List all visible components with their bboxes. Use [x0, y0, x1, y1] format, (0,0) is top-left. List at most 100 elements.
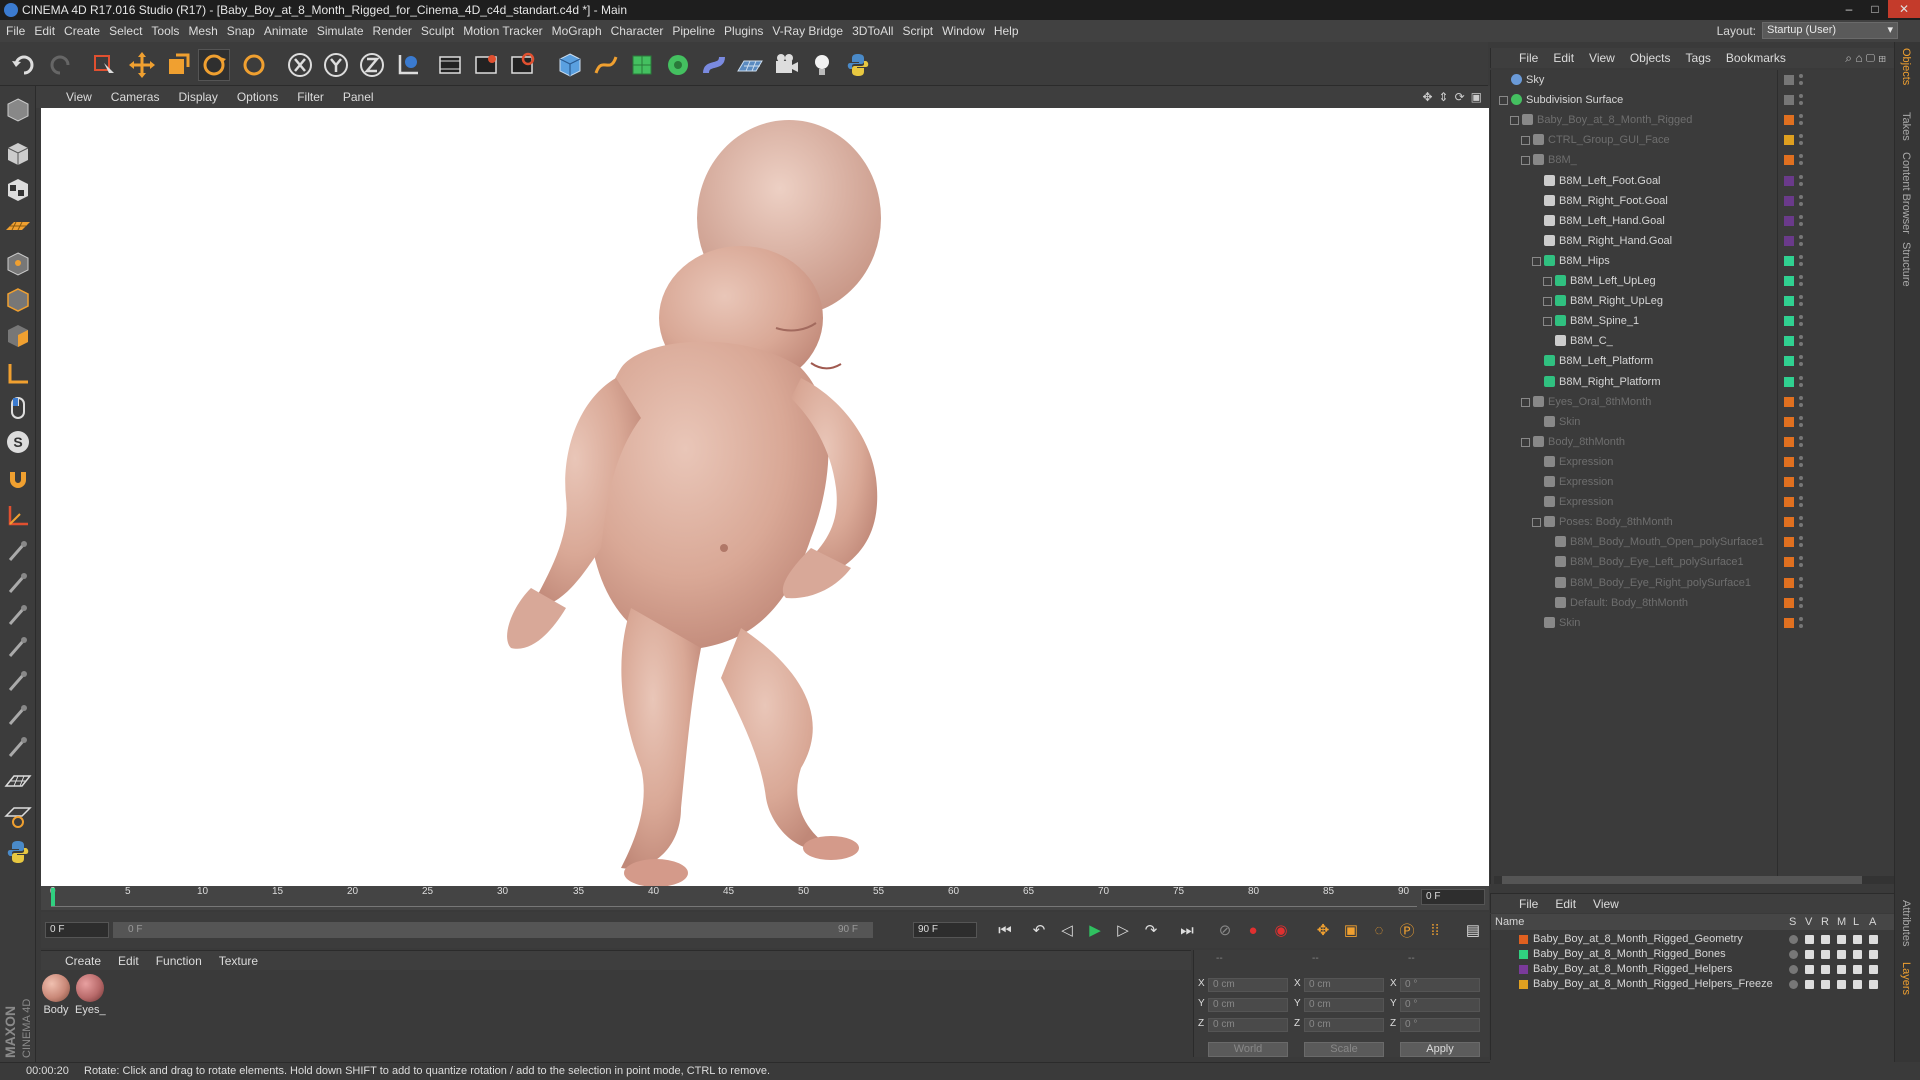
magnet-icon[interactable] [2, 464, 34, 496]
current-frame-field[interactable]: 0 F [1421, 889, 1485, 905]
menu-window[interactable]: Window [942, 24, 994, 38]
layer-color-swatch[interactable] [1784, 557, 1794, 568]
visibility-dots-icon[interactable] [1799, 595, 1803, 611]
layer-color-swatch[interactable] [1784, 75, 1794, 85]
object-row[interactable]: Subdivision Surface [1491, 90, 1894, 110]
layer-menu-view[interactable]: View [1593, 897, 1619, 911]
layer-menu-edit[interactable]: Edit [1555, 897, 1576, 911]
visibility-dots-icon[interactable] [1799, 213, 1803, 229]
object-row[interactable]: B8M_Spine_1 [1491, 311, 1894, 331]
expand-toggle-icon[interactable] [1521, 136, 1530, 146]
menu-pipeline[interactable]: Pipeline [672, 24, 724, 38]
tab-objects[interactable]: Objects [1900, 48, 1912, 85]
material-body[interactable]: Body [41, 974, 71, 1016]
sculpt-brush-6-icon[interactable] [2, 700, 34, 732]
end-frame-field[interactable]: 90 F [913, 922, 977, 938]
key-parameter-icon[interactable]: Ⓟ [1395, 918, 1419, 942]
coordinate-space-select[interactable]: World [1208, 1042, 1288, 1057]
close-button[interactable]: ✕ [1888, 0, 1920, 18]
layer-color-swatch[interactable] [1784, 276, 1794, 286]
deformer-icon[interactable] [698, 49, 730, 81]
object-menu-bookmarks[interactable]: Bookmarks [1726, 51, 1786, 65]
subdivision-icon[interactable] [626, 49, 658, 81]
visibility-dots-icon[interactable] [1799, 434, 1803, 450]
layer-render-icon[interactable] [1821, 980, 1830, 989]
snapping-icon[interactable]: S [2, 426, 34, 458]
axis-mode-icon[interactable] [2, 358, 34, 390]
layer-anim-icon[interactable] [1869, 950, 1878, 959]
next-key-icon[interactable]: ↷ [1139, 918, 1163, 942]
visibility-dots-icon[interactable] [1799, 454, 1803, 470]
key-scale-icon[interactable]: ▣ [1339, 918, 1363, 942]
scrollbar-thumb[interactable] [1502, 876, 1862, 884]
visibility-dots-icon[interactable] [1799, 273, 1803, 289]
tab-attributes[interactable]: Attributes [1900, 900, 1912, 946]
next-frame-icon[interactable]: ▷ [1111, 918, 1135, 942]
object-row[interactable]: CTRL_Group_GUI_Face [1491, 130, 1894, 150]
material-menu-create[interactable]: Create [65, 954, 101, 968]
menu-simulate[interactable]: Simulate [317, 24, 373, 38]
size-mode-select[interactable]: Scale [1304, 1042, 1384, 1057]
layer-row[interactable]: Baby_Boy_at_8_Month_Rigged_Helpers [1491, 962, 1895, 977]
layer-color-swatch[interactable] [1784, 356, 1794, 367]
visibility-dots-icon[interactable] [1799, 534, 1803, 550]
layer-visible-icon[interactable] [1805, 980, 1814, 989]
visibility-dots-icon[interactable] [1799, 152, 1803, 168]
mograph-cloner-icon[interactable] [662, 49, 694, 81]
layer-color-swatch[interactable] [1784, 477, 1794, 487]
visibility-dots-icon[interactable] [1799, 92, 1803, 108]
expand-toggle-icon[interactable] [1499, 96, 1508, 106]
object-row[interactable]: B8M_Right_Platform [1491, 372, 1894, 392]
visibility-dots-icon[interactable] [1799, 394, 1803, 410]
visibility-dots-icon[interactable] [1799, 474, 1803, 490]
object-row[interactable]: Default: Body_8thMonth [1491, 593, 1894, 613]
visibility-dots-icon[interactable] [1799, 112, 1803, 128]
sculpt-brush-1-icon[interactable] [2, 536, 34, 568]
layer-color-swatch[interactable] [1519, 965, 1528, 974]
tweak-mode-icon[interactable] [2, 392, 34, 424]
visibility-dots-icon[interactable] [1799, 173, 1803, 189]
size-x-field[interactable]: 0 cm [1304, 978, 1384, 992]
visibility-dots-icon[interactable] [1799, 414, 1803, 430]
expand-toggle-icon[interactable] [1532, 518, 1541, 528]
layer-row[interactable]: Baby_Boy_at_8_Month_Rigged_Bones [1491, 947, 1895, 962]
layer-color-swatch[interactable] [1784, 537, 1794, 548]
layer-manager-icon[interactable] [1837, 935, 1846, 944]
menu-vray-bridge[interactable]: V-Ray Bridge [772, 24, 852, 38]
visibility-dots-icon[interactable] [1799, 333, 1803, 349]
object-row[interactable]: B8M_Right_Foot.Goal [1491, 191, 1894, 211]
expand-toggle-icon[interactable] [1521, 156, 1530, 166]
redo-icon[interactable] [44, 49, 76, 81]
layer-color-swatch[interactable] [1784, 255, 1794, 266]
y-axis-icon[interactable] [320, 49, 352, 81]
go-to-start-icon[interactable]: ⏮ [993, 918, 1017, 942]
viewport-maximize-icon[interactable]: ▣ [1471, 90, 1482, 104]
layer-render-icon[interactable] [1821, 935, 1830, 944]
object-row[interactable]: B8M_Left_Hand.Goal [1491, 211, 1894, 231]
object-manager-scrollbar[interactable] [1494, 876, 1894, 884]
visibility-dots-icon[interactable] [1799, 253, 1803, 269]
layer-menu-file[interactable]: File [1519, 897, 1538, 911]
visibility-dots-icon[interactable] [1799, 494, 1803, 510]
render-settings-icon[interactable] [506, 49, 538, 81]
recent-tool-icon[interactable] [238, 49, 270, 81]
render-view-icon[interactable] [434, 49, 466, 81]
object-row[interactable]: Expression [1491, 492, 1894, 512]
object-menu-view[interactable]: View [1589, 51, 1615, 65]
key-rotation-icon[interactable]: ◌ [1367, 918, 1391, 942]
layer-color-swatch[interactable] [1784, 155, 1794, 166]
visibility-dots-icon[interactable] [1799, 233, 1803, 249]
key-position-icon[interactable]: ✥ [1311, 918, 1335, 942]
sculpt-brush-5-icon[interactable] [2, 666, 34, 698]
menu-character[interactable]: Character [611, 24, 673, 38]
visibility-dots-icon[interactable] [1799, 615, 1803, 631]
layer-manager-icon[interactable] [1837, 950, 1846, 959]
menu-file[interactable]: File [6, 24, 34, 38]
layer-row[interactable]: Baby_Boy_at_8_Month_Rigged_Helpers_Freez… [1491, 977, 1895, 992]
layer-visible-icon[interactable] [1805, 950, 1814, 959]
object-menu-edit[interactable]: Edit [1553, 51, 1574, 65]
3d-viewport[interactable] [41, 108, 1489, 886]
expand-toggle-icon[interactable] [1543, 297, 1552, 307]
visibility-dots-icon[interactable] [1799, 575, 1803, 591]
camera-icon[interactable] [770, 49, 802, 81]
